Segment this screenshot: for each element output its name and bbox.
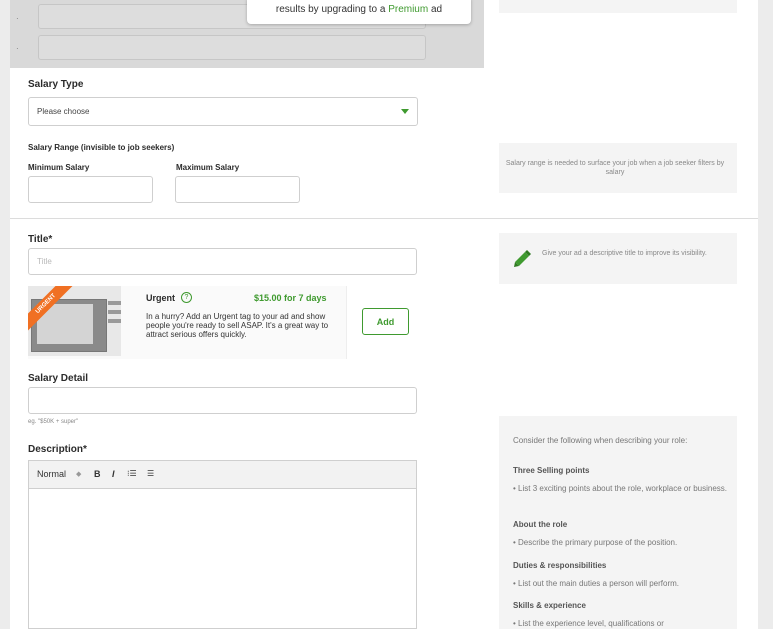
section-divider bbox=[10, 218, 758, 219]
urgent-title: Urgent bbox=[146, 293, 175, 303]
salary-type-select[interactable]: Please choose bbox=[28, 97, 418, 126]
salary-type-label: Salary Type bbox=[28, 79, 84, 90]
salary-detail-hint: eg. "$50K + super" bbox=[28, 419, 79, 425]
help-icon[interactable]: ? bbox=[181, 292, 192, 303]
illustration-line bbox=[108, 310, 121, 314]
page: · · results by upgrading to a Premium ad… bbox=[10, 0, 758, 629]
description-tip: Consider the following when describing y… bbox=[499, 416, 737, 629]
urgent-price: $15.00 for 7 days bbox=[254, 293, 327, 303]
tip-heading: Duties & responsibilities bbox=[513, 561, 607, 570]
tip-item: • List the experience level, qualificati… bbox=[513, 619, 664, 628]
bold-button[interactable]: B bbox=[94, 469, 101, 479]
tip-item: • Describe the primary purpose of the po… bbox=[513, 538, 678, 547]
title-label: Title* bbox=[28, 234, 53, 245]
editor-toolbar: Normal ◆ B I ⁝☰ ☰ bbox=[29, 461, 416, 489]
bullet: · bbox=[16, 44, 19, 53]
tip-heading: About the role bbox=[513, 520, 568, 529]
salary-range-tip-text: Salary range is needed to surface your j… bbox=[505, 160, 725, 176]
max-salary-label: Maximum Salary bbox=[176, 163, 240, 172]
selling-point-input-2[interactable] bbox=[38, 35, 426, 60]
tooltip-text-suffix: ad bbox=[428, 4, 443, 15]
description-editor[interactable]: Normal ◆ B I ⁝☰ ☰ bbox=[28, 460, 417, 629]
salary-detail-label: Salary Detail bbox=[28, 373, 89, 384]
premium-tooltip: results by upgrading to a Premium ad bbox=[247, 0, 471, 24]
bullet-list-button[interactable]: ☰ bbox=[147, 469, 154, 478]
illustration-line bbox=[108, 319, 121, 323]
description-label: Description* bbox=[28, 444, 87, 455]
tip-heading: Skills & experience bbox=[513, 601, 586, 610]
salary-range-tip: Salary range is needed to surface your j… bbox=[499, 143, 737, 193]
urgent-description: In a hurry? Add an Urgent tag to your ad… bbox=[146, 312, 329, 339]
title-tip: Give your ad a descriptive title to impr… bbox=[499, 233, 737, 284]
tooltip-text: results by upgrading to a bbox=[275, 4, 389, 15]
premium-link[interactable]: Premium bbox=[388, 4, 428, 15]
salary-range-label: Salary Range (invisible to job seekers) bbox=[28, 143, 175, 152]
urgent-add-column: Add bbox=[346, 286, 418, 359]
description-tip-intro: Consider the following when describing y… bbox=[513, 436, 688, 445]
min-salary-input[interactable] bbox=[28, 176, 153, 203]
pencil-icon bbox=[514, 250, 531, 267]
add-urgent-button[interactable]: Add bbox=[362, 308, 409, 335]
tip-heading: Three Selling points bbox=[513, 466, 590, 475]
urgent-upsell-card: URGENT Urgent ? $15.00 for 7 days In a h… bbox=[28, 286, 418, 359]
chevron-down-icon bbox=[401, 109, 409, 114]
illustration-line bbox=[108, 301, 121, 305]
tip-item: • List 3 exciting points about the role,… bbox=[513, 484, 728, 493]
italic-button[interactable]: I bbox=[112, 469, 115, 479]
title-input[interactable]: Title bbox=[28, 248, 417, 275]
tip-box-top bbox=[499, 0, 737, 13]
title-tip-text: Give your ad a descriptive title to impr… bbox=[542, 250, 707, 257]
salary-type-value: Please choose bbox=[37, 107, 90, 116]
urgent-illustration: URGENT bbox=[28, 286, 121, 356]
title-placeholder: Title bbox=[37, 257, 52, 266]
chevron-down-icon[interactable]: ◆ bbox=[76, 470, 81, 478]
bullet: · bbox=[16, 14, 19, 23]
min-salary-label: Minimum Salary bbox=[28, 163, 90, 172]
salary-detail-input[interactable] bbox=[28, 387, 417, 414]
text-style-select[interactable]: Normal bbox=[37, 469, 66, 479]
premium-upsell-overlay: · · results by upgrading to a Premium ad bbox=[10, 0, 484, 68]
tip-item: • List out the main duties a person will… bbox=[513, 579, 679, 588]
max-salary-input[interactable] bbox=[175, 176, 300, 203]
ordered-list-button[interactable]: ⁝☰ bbox=[127, 469, 137, 478]
